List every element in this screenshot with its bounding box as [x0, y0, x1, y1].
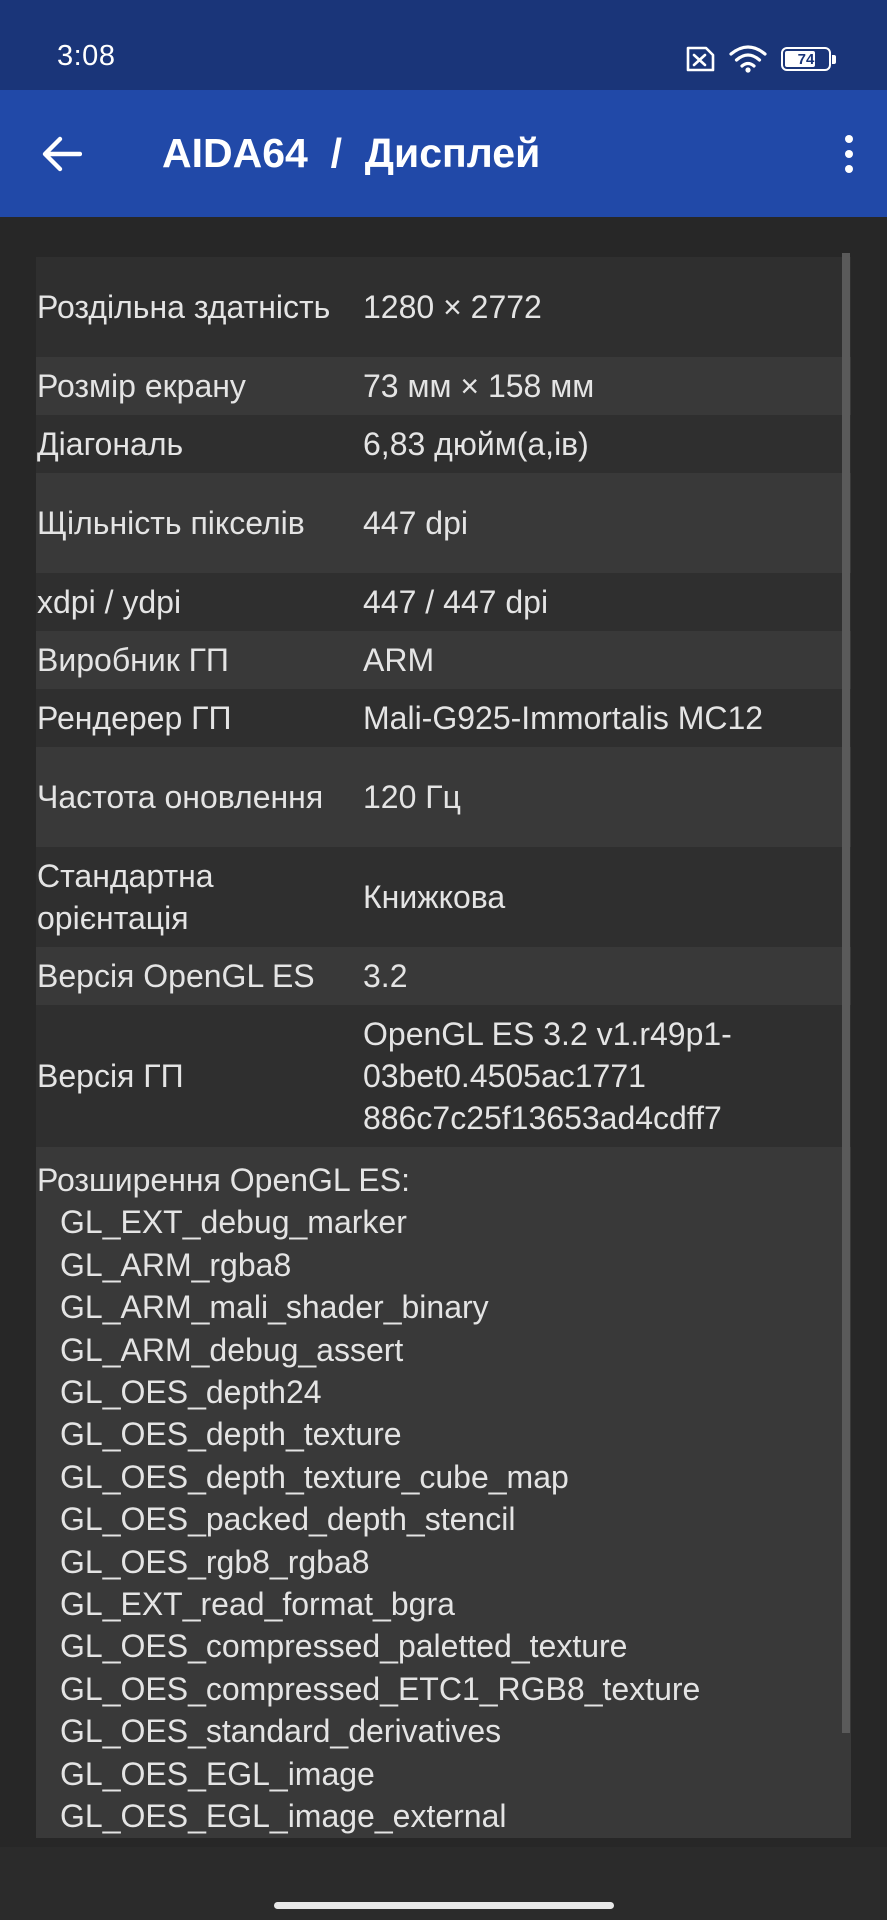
status-bar: 3:08 74 — [0, 0, 887, 90]
info-row: Рендерер ГП Mali-G925-Immortalis MC12 — [36, 689, 851, 747]
info-row: Щільність пікселів 447 dpi — [36, 473, 851, 573]
info-value: 3.2 — [363, 958, 408, 994]
sim-off-icon — [683, 46, 715, 72]
status-icons: 74 — [683, 44, 836, 74]
info-list[interactable]: Роздільна здатність 1280 × 2772 Розмір екр… — [36, 257, 851, 1847]
info-label: Діагональ — [37, 426, 184, 462]
app-bar: AIDA64 / Дисплей — [0, 90, 887, 217]
info-row: Розмір екрану 73 мм × 158 мм — [36, 357, 851, 415]
page-title: AIDA64 / Дисплей — [162, 130, 541, 176]
extension-item: GL_EXT_read_format_bgra — [60, 1586, 455, 1623]
extension-item: GL_OES_EGL_image_external — [60, 1798, 507, 1835]
info-value: Книжкова — [363, 879, 506, 915]
info-value: 120 Гц — [363, 779, 461, 815]
info-row: Виробник ГП ARM — [36, 631, 851, 689]
info-label: Частота оновлення — [37, 779, 324, 815]
scrollbar[interactable] — [842, 253, 850, 1733]
more-options-button[interactable] — [831, 126, 867, 182]
info-row: Версія ГП OpenGL ES 3.2 v1.r49p1-03bet0.4… — [36, 1005, 851, 1147]
info-label: Розмір екрану — [37, 368, 246, 404]
info-value: Mali-G925-Immortalis MC12 — [363, 700, 764, 736]
info-row: Роздільна здатність 1280 × 2772 — [36, 257, 851, 357]
bottom-area — [0, 1847, 887, 1920]
battery-icon: 74 — [781, 47, 836, 71]
info-row: Стандартна орієнтація Книжкова — [36, 847, 851, 947]
info-value: OpenGL ES 3.2 v1.r49p1-03bet0.4505ac1771… — [363, 1016, 732, 1136]
info-label: Стандартна орієнтація — [37, 858, 214, 936]
info-row: Частота оновлення 120 Гц — [36, 747, 851, 847]
home-indicator[interactable] — [274, 1902, 614, 1909]
info-label: xdpi / ydpi — [37, 584, 182, 620]
info-label: Версія OpenGL ES — [37, 958, 315, 994]
info-label: Роздільна здатність — [37, 289, 331, 325]
content: Роздільна здатність 1280 × 2772 Розмір екр… — [0, 217, 887, 1847]
info-label: Рендерер ГП — [37, 700, 232, 736]
more-vert-icon — [845, 135, 853, 143]
extensions-list: GL_EXT_debug_marker GL_ARM_rgba8 GL_ARM_ma… — [37, 1201, 851, 1837]
info-label: Версія ГП — [37, 1058, 184, 1094]
battery-level: 74 — [797, 50, 815, 68]
info-row: Версія OpenGL ES 3.2 — [36, 947, 851, 1005]
extension-item: GL_OES_rgb8_rgba8 — [60, 1543, 370, 1580]
back-button[interactable] — [36, 128, 88, 180]
extensions-block: Розширення OpenGL ES: GL_EXT_debug_marke… — [36, 1147, 851, 1838]
extension-item: GL_OES_compressed_paletted_texture — [60, 1628, 628, 1665]
info-value: ARM — [363, 642, 435, 678]
info-value: 1280 × 2772 — [363, 289, 542, 325]
info-value: 73 мм × 158 мм — [363, 368, 595, 404]
wifi-icon — [729, 45, 767, 73]
extension-item: GL_ARM_mali_shader_binary — [60, 1289, 489, 1326]
extension-item: GL_ARM_rgba8 — [60, 1246, 292, 1283]
info-label: Виробник ГП — [37, 642, 229, 678]
extension-item: GL_OES_compressed_ETC1_RGB8_texture — [60, 1670, 701, 1707]
extension-item: GL_OES_packed_depth_stencil — [60, 1501, 516, 1538]
extensions-header: Розширення OpenGL ES: — [37, 1162, 410, 1198]
arrow-left-icon — [42, 136, 82, 172]
info-label: Щільність пікселів — [37, 505, 305, 541]
info-row: Діагональ 6,83 дюйм(а,ів) — [36, 415, 851, 473]
extension-item: GL_OES_EGL_image — [60, 1755, 375, 1792]
info-row: xdpi / ydpi 447 / 447 dpi — [36, 573, 851, 631]
info-value: 447 dpi — [363, 505, 468, 541]
extension-item: GL_OES_depth24 — [60, 1374, 322, 1411]
info-table: Роздільна здатність 1280 × 2772 Розмір екр… — [36, 257, 851, 1147]
extension-item: GL_EXT_debug_marker — [60, 1204, 407, 1241]
extension-item: GL_ARM_debug_assert — [60, 1331, 404, 1368]
status-time: 3:08 — [57, 40, 116, 72]
info-value: 447 / 447 dpi — [363, 584, 549, 620]
info-value: 6,83 дюйм(а,ів) — [363, 426, 589, 462]
extension-item: GL_OES_depth_texture — [60, 1416, 402, 1453]
extension-item: GL_OES_depth_texture_cube_map — [60, 1458, 569, 1495]
extension-item: GL_OES_standard_derivatives — [60, 1713, 502, 1750]
